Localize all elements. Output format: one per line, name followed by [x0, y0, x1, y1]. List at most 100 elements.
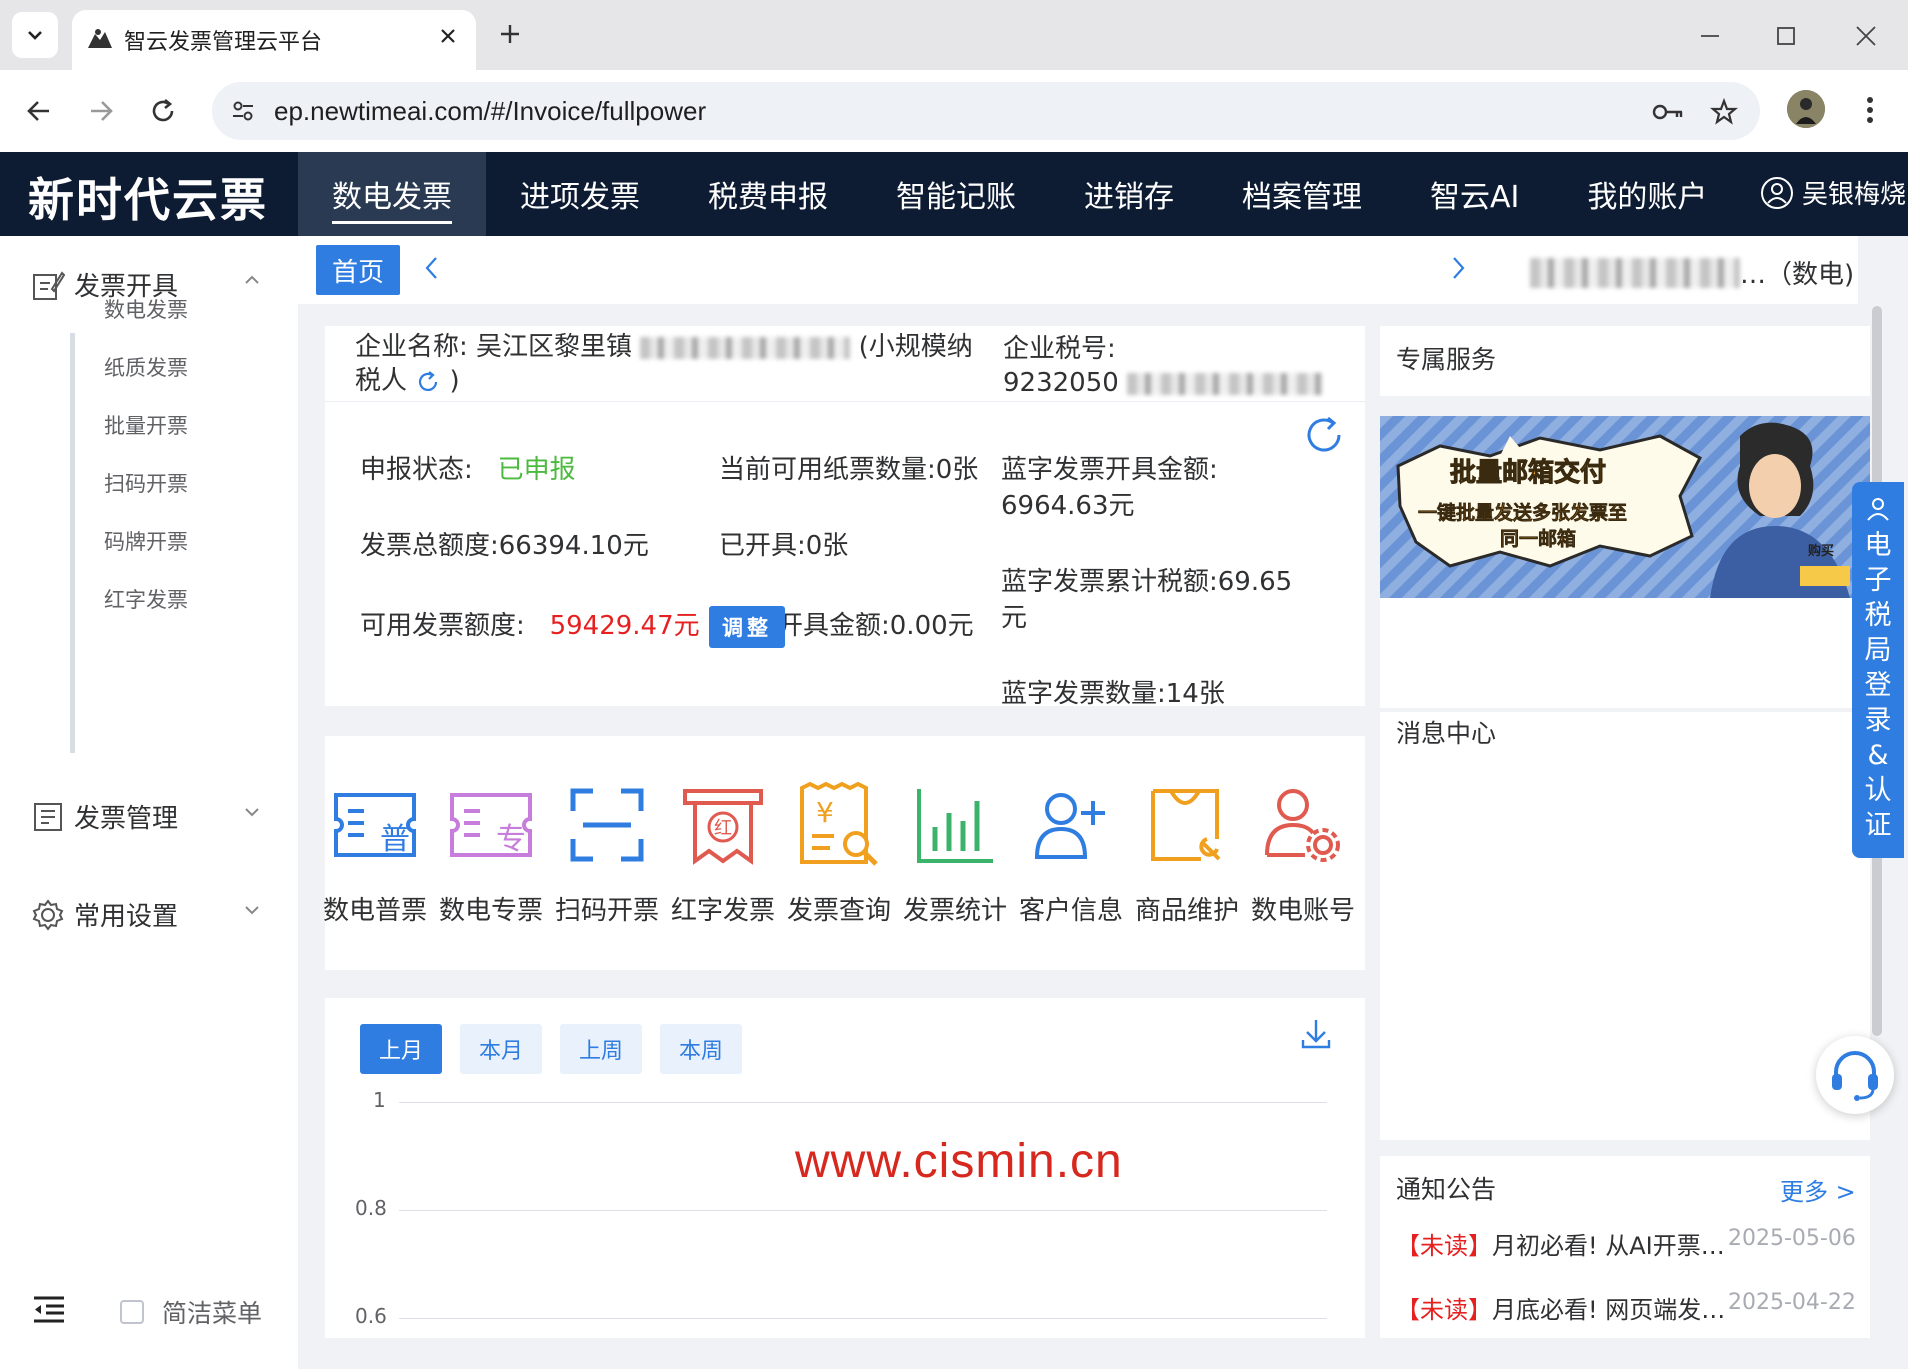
quick-action-customer-info[interactable]: 客户信息: [1015, 778, 1127, 927]
quick-action-label: 发票查询: [786, 896, 891, 926]
sidebar-item-scan-invoice[interactable]: 扫码开票: [104, 468, 188, 498]
user-menu[interactable]: 吴银梅烧: [1760, 174, 1906, 211]
browser-tab[interactable]: 智云发票管理云平台: [72, 10, 476, 70]
headset-icon: [1832, 1051, 1878, 1101]
chevron-right-icon[interactable]: [1448, 254, 1468, 282]
notice-item[interactable]: 【未读】月初必看! 从AI开票… 2025-05-06: [1396, 1226, 1856, 1261]
add-user-icon: [1034, 793, 1105, 859]
download-icon[interactable]: [1301, 1018, 1331, 1050]
notice-more-link[interactable]: 更多 >: [1780, 1172, 1856, 1207]
main-nav: 数电发票 进项发票 税费申报 智能记账 进销存 档案管理 智云AI 我的账户: [298, 152, 1741, 236]
minimize-button[interactable]: [1690, 16, 1730, 56]
notice-item[interactable]: 【未读】月底必看! 网页端发… 2025-04-22: [1396, 1290, 1856, 1325]
browser-menu-button[interactable]: [1852, 88, 1888, 132]
special-invoice-icon: 专: [450, 793, 532, 857]
nav-item-my-account[interactable]: 我的账户: [1553, 152, 1741, 236]
blue-count-value: 14张: [1165, 679, 1225, 709]
quick-action-goods[interactable]: 商品维护: [1131, 778, 1243, 927]
quick-action-invoice-search[interactable]: ¥ 发票查询: [783, 778, 895, 927]
period-last-week[interactable]: 上周: [560, 1024, 642, 1074]
quick-action-ordinary-invoice[interactable]: 普 数电普票: [319, 778, 431, 927]
quick-action-special-invoice[interactable]: 专 数电专票: [435, 778, 547, 927]
quick-action-account[interactable]: 数电账号: [1247, 778, 1359, 927]
paper-count-label: 当前可用纸票数量:: [719, 455, 936, 485]
chevron-down-icon: [245, 808, 259, 817]
reload-button[interactable]: [142, 90, 184, 132]
paper-count-value: 0张: [935, 455, 979, 485]
chevron-left-icon[interactable]: [422, 254, 442, 282]
home-tab[interactable]: 首页: [316, 245, 400, 295]
notice-tag: 【未读】: [1396, 1296, 1492, 1324]
period-last-month[interactable]: 上月: [360, 1024, 442, 1074]
svg-text:红: 红: [714, 818, 732, 839]
nav-item-archive[interactable]: 档案管理: [1208, 152, 1396, 236]
period-this-week[interactable]: 本周: [660, 1024, 742, 1074]
declare-status: 申报状态: 已申报: [360, 452, 576, 488]
promo-banner[interactable]: 批量邮箱交付 一键批量发送多张发票至 同一邮箱 购买: [1380, 416, 1870, 598]
close-window-button[interactable]: [1846, 16, 1886, 56]
site-favicon-icon: [88, 29, 112, 48]
menu-fold-icon: [34, 1296, 64, 1323]
period-this-month[interactable]: 本月: [460, 1024, 542, 1074]
edit-form-icon: [33, 270, 66, 300]
blue-tax: 蓝字发票累计税额:69.65 元: [1001, 564, 1292, 636]
password-key-button[interactable]: [1650, 94, 1686, 130]
quick-action-label: 数电普票: [322, 896, 427, 926]
quick-action-red-invoice[interactable]: 红 红字发票: [667, 778, 779, 927]
company-selector[interactable]: …（数电): [1530, 254, 1854, 291]
issued-count: 已开具:0张: [719, 528, 848, 564]
total-quota: 发票总额度:66394.10元: [360, 528, 649, 564]
quick-action-scan[interactable]: 扫码开票: [551, 778, 663, 927]
bookmark-button[interactable]: [1706, 94, 1742, 130]
arrow-right-icon: [91, 101, 113, 121]
address-bar[interactable]: ep.newtimeai.com/#/Invoice/fullpower: [212, 82, 1760, 140]
forward-button[interactable]: [80, 90, 122, 132]
adjust-quota-button[interactable]: 调整: [709, 606, 785, 648]
site-info-button[interactable]: [224, 92, 262, 130]
star-icon: [1710, 98, 1738, 125]
redacted-company-name: [1530, 257, 1740, 288]
blue-amount-value: 6964.63元: [1001, 491, 1135, 521]
collapse-menu-button[interactable]: [32, 1294, 66, 1328]
invoice-search-icon: ¥: [800, 782, 878, 866]
grid-line: [399, 1102, 1327, 1103]
company-info-header: 企业名称: 吴江区黎里镇 (小规模纳 税人 ) 企业税号: 9232050: [325, 326, 1365, 402]
nav-item-bookkeeping[interactable]: 智能记账: [862, 152, 1050, 236]
tab-close-button[interactable]: [434, 22, 462, 50]
new-tab-button[interactable]: [492, 16, 528, 52]
profile-photo-icon: [1787, 90, 1825, 128]
tax-bureau-login-button[interactable]: 电子税局登录&认证: [1852, 482, 1904, 858]
nav-item-digital-invoice[interactable]: 数电发票: [298, 152, 486, 236]
sidebar-group-settings[interactable]: 常用设置: [30, 896, 270, 933]
refresh-icon[interactable]: [1303, 414, 1345, 456]
nav-item-inventory[interactable]: 进销存: [1050, 152, 1208, 236]
quick-action-statistics[interactable]: 发票统计: [899, 778, 1011, 927]
notice-date: 2025-05-06: [1728, 1226, 1856, 1251]
tab-title: 智云发票管理云平台: [124, 30, 323, 55]
nav-item-ai[interactable]: 智云AI: [1396, 152, 1553, 236]
nav-item-input-invoice[interactable]: 进项发票: [486, 152, 674, 236]
back-button[interactable]: [18, 90, 60, 132]
refresh-icon[interactable]: [415, 369, 441, 395]
customer-support-button[interactable]: [1816, 1036, 1894, 1114]
tab-search-button[interactable]: [12, 12, 58, 58]
sidebar-item-code-card[interactable]: 码牌开票: [104, 526, 188, 556]
blue-tax-label: 蓝字发票累计税额:: [1001, 567, 1218, 597]
simple-menu-checkbox[interactable]: [120, 1300, 144, 1324]
sidebar-item-batch-invoice[interactable]: 批量开票: [104, 410, 188, 440]
simple-menu-toggle[interactable]: 简洁菜单: [120, 1294, 262, 1330]
sidebar-item-red-invoice[interactable]: 红字发票: [104, 584, 188, 614]
watermark-text: www.cismin.cn: [795, 1135, 1123, 1188]
company-suffix: …（数电): [1740, 260, 1855, 290]
total-quota-value: 66394.10元: [498, 531, 649, 561]
blue-count: 蓝字发票数量:14张: [1001, 676, 1225, 712]
sidebar-group-invoice-management[interactable]: 发票管理: [30, 798, 270, 835]
available-quota-label: 可用发票额度:: [360, 611, 525, 641]
banner-footer: [1380, 598, 1870, 708]
sidebar-item-paper-invoice[interactable]: 纸质发票: [104, 352, 188, 382]
maximize-button[interactable]: [1766, 16, 1806, 56]
profile-avatar[interactable]: [1787, 90, 1825, 128]
sidebar-item-digital-invoice[interactable]: 数电发票: [104, 294, 188, 324]
nav-item-tax-declaration[interactable]: 税费申报: [674, 152, 862, 236]
company-name-prefix: 吴江区黎里镇: [476, 332, 633, 362]
